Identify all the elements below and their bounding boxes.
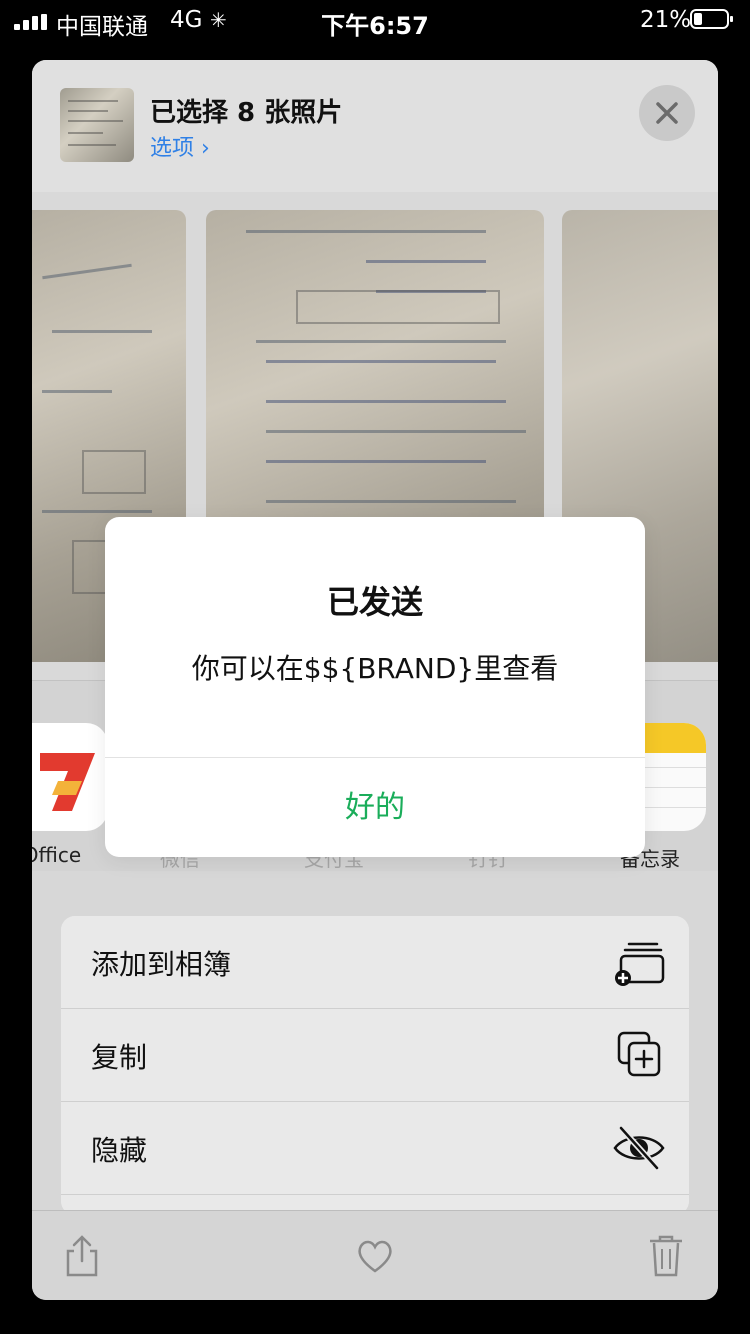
share-sheet-header: 已选择 8 张照片 选项 › xyxy=(32,60,718,193)
phone-screen: 中国联通 4G ✳ 下午6:57 21% 已选择 8 张照片 选项 › ffic… xyxy=(0,0,750,1334)
clock: 下午6:57 xyxy=(321,12,429,40)
action-label: 添加到相簿 xyxy=(91,948,232,981)
hide-eye-slash-icon xyxy=(613,1125,665,1171)
trash-icon[interactable] xyxy=(646,1233,686,1277)
add-to-album-icon xyxy=(615,942,665,986)
ok-button[interactable]: 好的 xyxy=(105,758,645,857)
action-add-to-album[interactable]: 添加到相簿 xyxy=(61,916,689,1009)
action-copy[interactable]: 复制 xyxy=(61,1009,689,1102)
copy-icon xyxy=(617,1031,661,1077)
alert-title: 已发送 xyxy=(326,583,423,621)
office-logo-icon xyxy=(40,753,95,811)
battery-icon xyxy=(690,9,733,29)
options-link[interactable]: 选项 › xyxy=(150,130,210,162)
battery-percentage: 21% xyxy=(640,7,692,33)
alert-message: 你可以在$${BRAND}里查看 xyxy=(191,652,559,685)
photos-toolbar xyxy=(32,1210,718,1300)
office-app-icon[interactable] xyxy=(32,723,108,831)
share-icon[interactable] xyxy=(62,1233,102,1277)
status-bar: 中国联通 4G ✳ 下午6:57 21% xyxy=(0,0,750,42)
favorite-heart-icon[interactable] xyxy=(355,1233,395,1277)
close-icon xyxy=(656,102,678,124)
action-hide[interactable]: 隐藏 xyxy=(61,1102,689,1195)
selection-title: 已选择 8 张照片 xyxy=(150,98,343,128)
sent-alert-dialog: 已发送 你可以在$${BRAND}里查看 好的 xyxy=(105,517,645,857)
action-label: 复制 xyxy=(91,1041,148,1074)
share-actions-list: 添加到相簿 复制 隐藏 xyxy=(61,916,689,1215)
action-label: 隐藏 xyxy=(91,1134,148,1167)
selected-photo-thumbnail xyxy=(60,88,134,162)
close-button[interactable] xyxy=(639,85,695,141)
